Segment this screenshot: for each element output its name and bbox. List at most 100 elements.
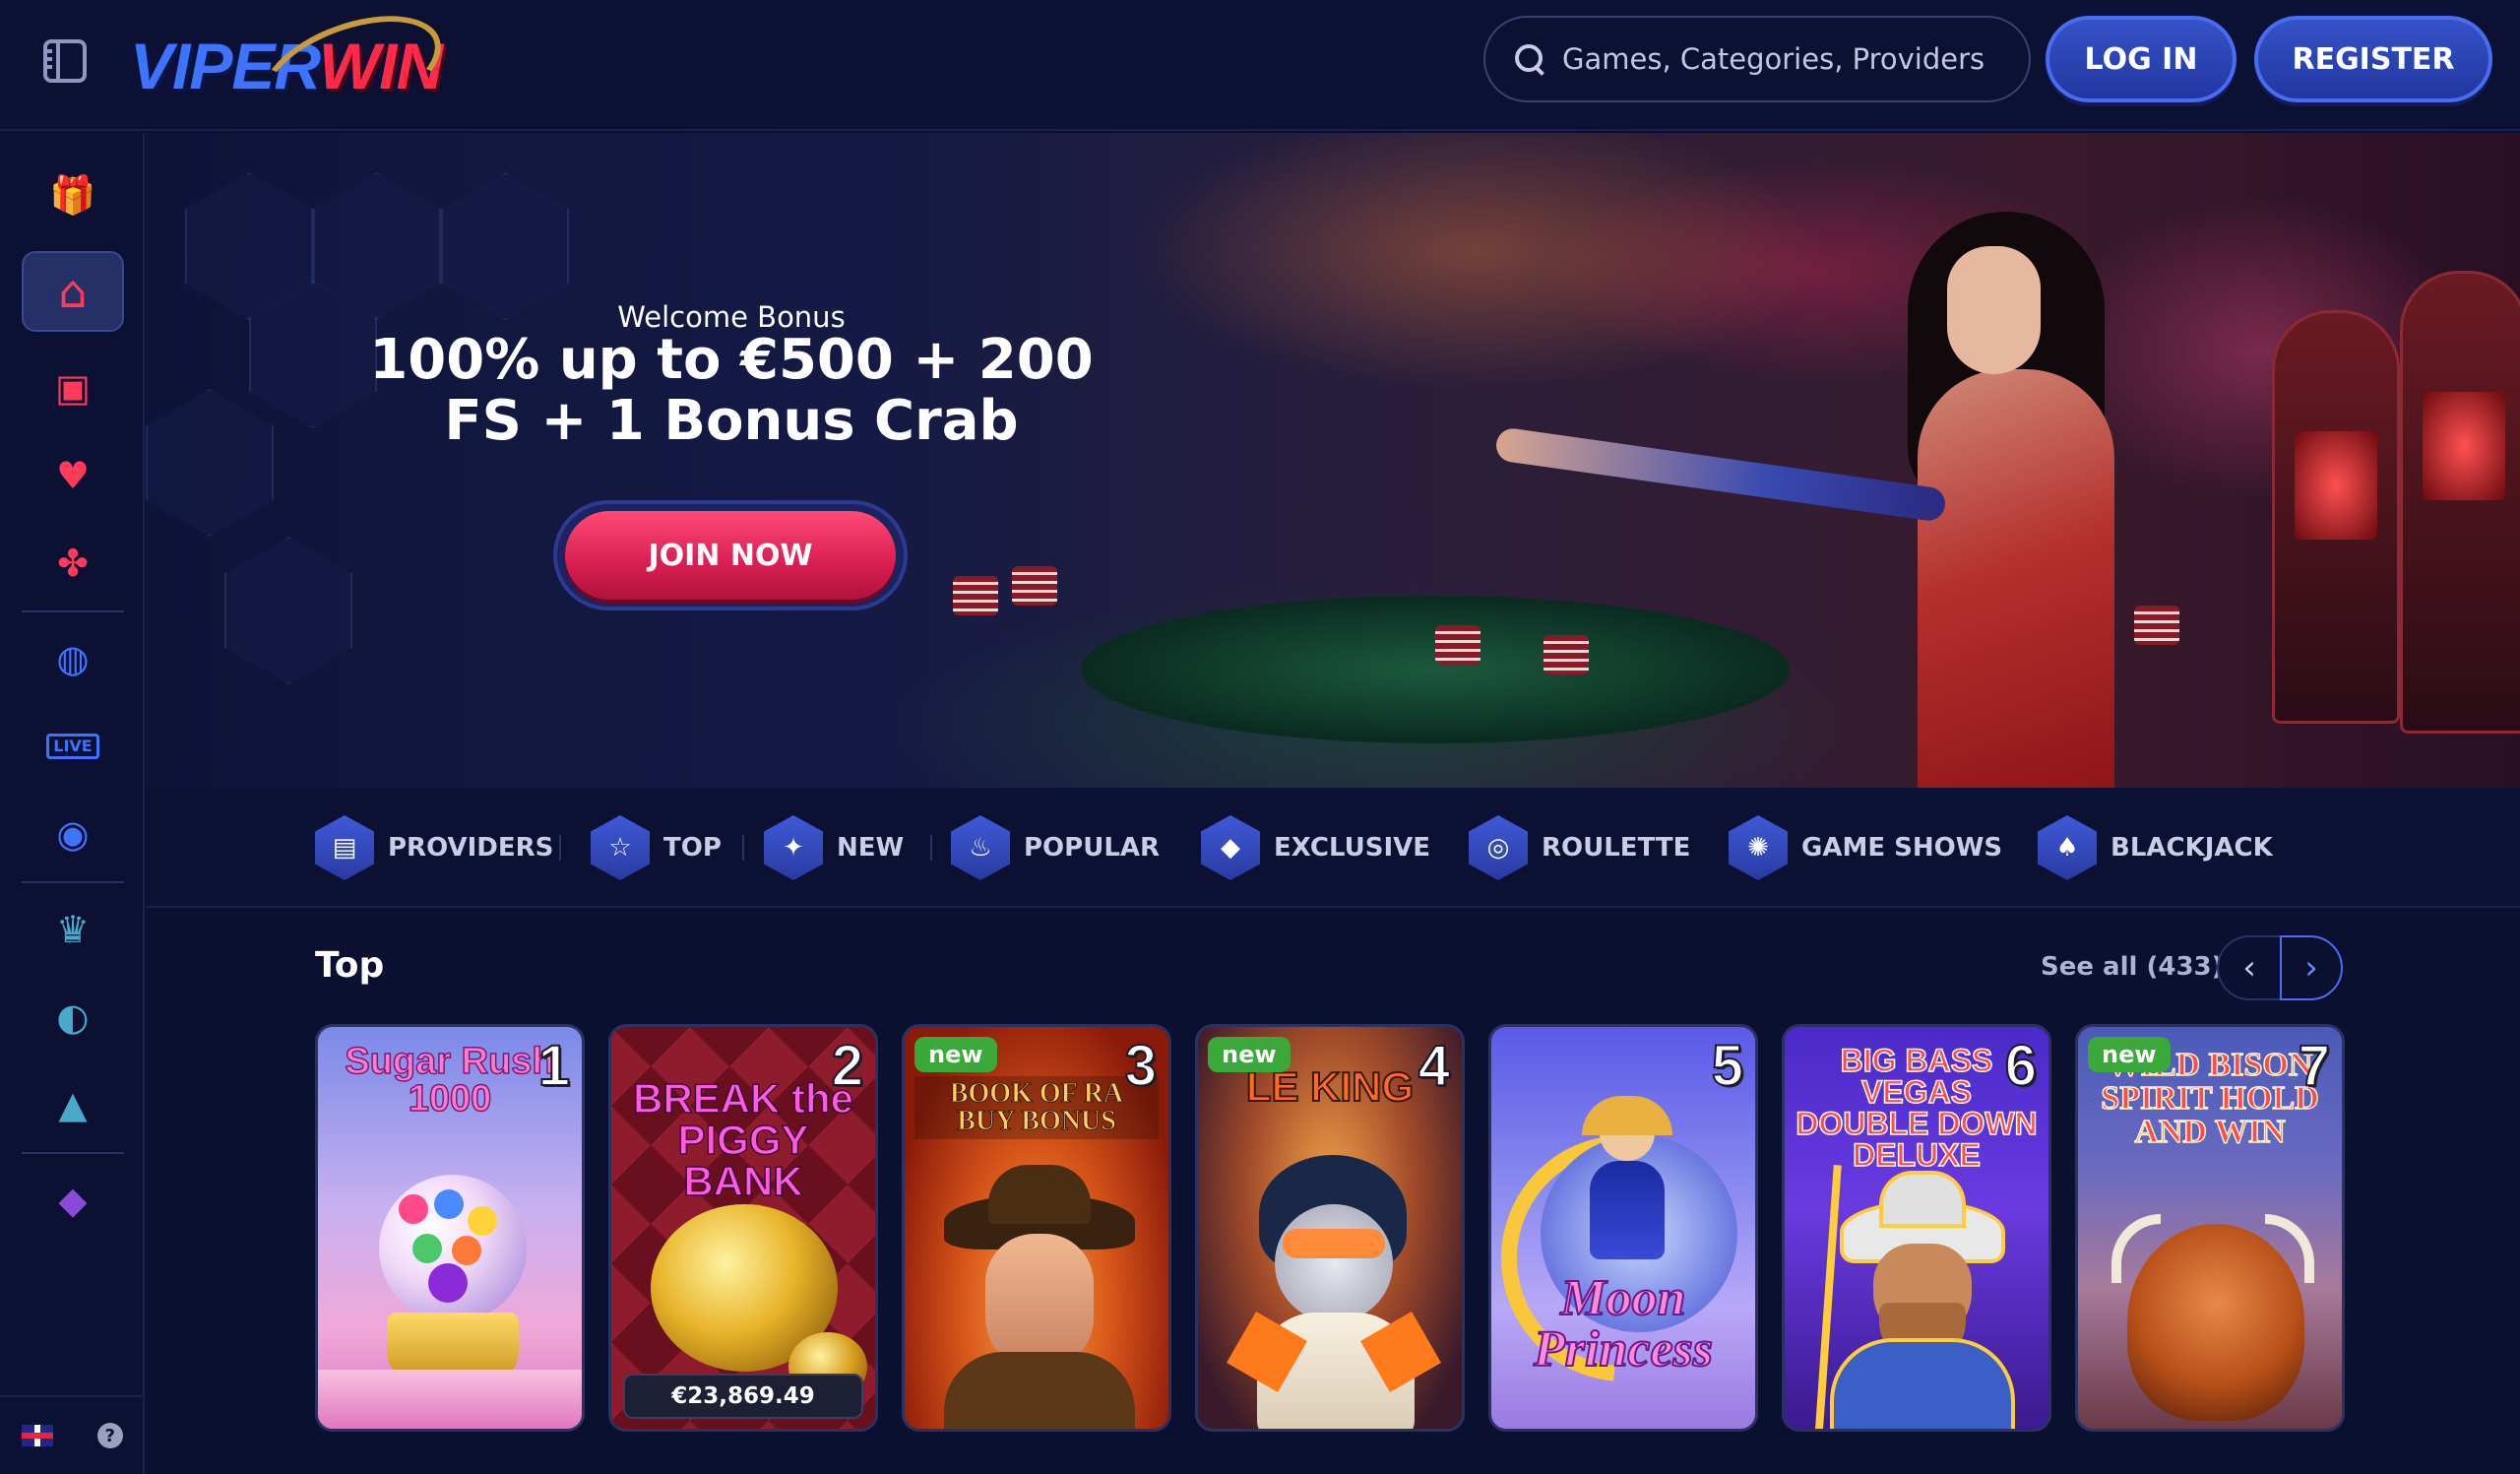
new-badge: new [2088, 1037, 2171, 1072]
new-icon: ✦ [764, 815, 823, 880]
category-roulette[interactable]: ◎ ROULETTE [1469, 815, 1690, 880]
category-top[interactable]: ☆ TOP [591, 815, 722, 880]
game-rank: 7 [2298, 1033, 2331, 1099]
chip-stack [953, 576, 998, 615]
game-rank: 4 [1418, 1033, 1451, 1099]
category-label: NEW [837, 833, 905, 863]
game-art-title: Sugar Rush 1000 [345, 1041, 556, 1120]
game-card[interactable]: Moon Princess 5 [1488, 1024, 1758, 1432]
sidebar-footer: ? [0, 1395, 145, 1474]
card-icon: ♥ [55, 454, 91, 497]
new-badge: new [1208, 1037, 1291, 1072]
category-label: EXCLUSIVE [1274, 833, 1430, 863]
game-rank: 5 [1711, 1033, 1744, 1099]
game-art-title: Moon Princess [1533, 1270, 1714, 1378]
game-card[interactable]: Sugar Rush 1000 1 [315, 1024, 585, 1432]
sidebar-divider [22, 881, 124, 883]
category-label: TOP [663, 833, 722, 863]
slot-machine-icon: ▣ [55, 366, 91, 410]
sidebar-item-vip[interactable]: ◆ [22, 1160, 124, 1241]
category-label: POPULAR [1024, 833, 1161, 863]
chevron-left-icon[interactable]: ‹ [2217, 935, 2280, 1000]
sidebar-item-table-games[interactable]: ♥ [22, 435, 124, 516]
game-shows-icon: ✺ [1729, 815, 1788, 880]
clover-icon: ✤ [57, 542, 89, 585]
flame-icon: ♨ [951, 815, 1010, 880]
sidebar-item-lucky[interactable]: ✤ [22, 523, 124, 604]
top-header: VIPERWIN LOG IN REGISTER [0, 0, 2520, 147]
hex-decoration [224, 537, 352, 684]
category-label: ROULETTE [1542, 833, 1691, 863]
jackpot-amount: €23,869.49 [623, 1374, 863, 1419]
trophy-icon: ♛ [55, 908, 91, 951]
category-blackjack[interactable]: ♠ BLACKJACK [2038, 815, 2273, 880]
game-card[interactable]: WILD BISON SPIRIT HOLD AND WIN new 7 [2075, 1024, 2345, 1432]
sidebar-divider [22, 610, 124, 612]
category-new[interactable]: ✦ NEW [764, 815, 904, 880]
register-button[interactable]: REGISTER [2254, 16, 2492, 102]
search-input[interactable] [1562, 42, 2015, 76]
category-game-shows[interactable]: ✺ GAME SHOWS [1729, 815, 2002, 880]
sidebar-item-esports[interactable]: ◉ [22, 794, 124, 874]
category-divider [559, 835, 561, 861]
hostess-image [1493, 192, 2193, 788]
game-card[interactable]: BOOK OF RA BUY BONUS new 3 [902, 1024, 1171, 1432]
sidebar-item-slots[interactable]: ▣ [22, 348, 124, 428]
slot-machine-decoration [2400, 271, 2520, 734]
slot-machine-decoration [2272, 310, 2400, 724]
category-providers[interactable]: ▤ PROVIDERS [315, 815, 553, 880]
chevron-right-icon[interactable]: › [2280, 935, 2343, 1000]
section-title: Top [315, 945, 385, 986]
chip-stack [1544, 635, 1589, 674]
sidebar-item-live[interactable]: LIVE [22, 706, 124, 787]
hero-banner [146, 133, 2520, 788]
gift-icon: 🎁 [49, 173, 96, 217]
chip-stack [1012, 566, 1057, 606]
category-popular[interactable]: ♨ POPULAR [951, 815, 1160, 880]
game-card[interactable]: BIG BASS VEGAS DOUBLE DOWN DELUXE 6 [1782, 1024, 2051, 1432]
blackjack-icon: ♠ [2038, 815, 2097, 880]
game-art-title: BIG BASS VEGAS DOUBLE DOWN DELUXE [1796, 1043, 2039, 1173]
sidebar-item-vault[interactable]: ▲ [22, 1064, 124, 1145]
sidebar-item-promotions[interactable]: 🎁 [22, 155, 124, 235]
roulette-icon: ◎ [1469, 815, 1528, 880]
category-label: GAME SHOWS [1801, 833, 2003, 863]
game-rank: 3 [1124, 1033, 1158, 1099]
diamond-icon: ◆ [1201, 815, 1260, 880]
help-icon[interactable]: ? [96, 1423, 123, 1448]
login-button[interactable]: LOG IN [2046, 16, 2236, 102]
home-icon: ⌂ [58, 265, 88, 318]
category-label: PROVIDERS [388, 833, 554, 863]
game-art-title: BREAK the PIGGY BANK [632, 1075, 854, 1204]
hex-decoration [441, 172, 569, 320]
diamond-icon: ◆ [58, 1179, 88, 1222]
uk-flag-icon[interactable] [22, 1425, 54, 1446]
sports-ball-icon: ◍ [56, 637, 90, 680]
sidebar-item-home[interactable]: ⌂ [22, 251, 124, 332]
hero-title: 100% up to €500 + 200 FS + 1 Bonus Crab [146, 330, 1317, 452]
category-exclusive[interactable]: ◆ EXCLUSIVE [1201, 815, 1430, 880]
join-now-label: JOIN NOW [565, 511, 896, 600]
game-card[interactable]: LE KING new 4 [1195, 1024, 1465, 1432]
hero-title-line2: FS + 1 Bonus Crab [444, 389, 1019, 453]
search-box[interactable] [1483, 16, 2031, 102]
live-icon: LIVE [46, 734, 99, 759]
sidebar-divider [22, 1152, 124, 1154]
sidebar-item-sports[interactable]: ◍ [22, 618, 124, 699]
casino-table [1081, 596, 1790, 743]
category-divider [930, 835, 932, 861]
sidebar-toggle-icon[interactable] [43, 39, 87, 83]
game-card[interactable]: BREAK the PIGGY BANK 2 €23,869.49 [608, 1024, 878, 1432]
gamepad-icon: ◉ [56, 812, 90, 856]
viperwin-logo[interactable]: VIPERWIN [130, 0, 465, 147]
join-now-button[interactable]: JOIN NOW [553, 500, 908, 610]
sidebar-item-wave[interactable]: ◐ [22, 977, 124, 1057]
see-all-link[interactable]: See all (433) [2041, 952, 2224, 982]
game-art-title: BOOK OF RA BUY BONUS [914, 1076, 1159, 1139]
search-icon [1513, 42, 1546, 76]
category-divider [742, 835, 744, 861]
game-rank: 2 [831, 1033, 864, 1099]
sidebar-item-tournaments[interactable]: ♛ [22, 889, 124, 970]
category-bar: ▤ PROVIDERS ☆ TOP ✦ NEW ♨ POPULAR ◆ EXCL… [146, 788, 2520, 908]
star-icon: ☆ [591, 815, 650, 880]
